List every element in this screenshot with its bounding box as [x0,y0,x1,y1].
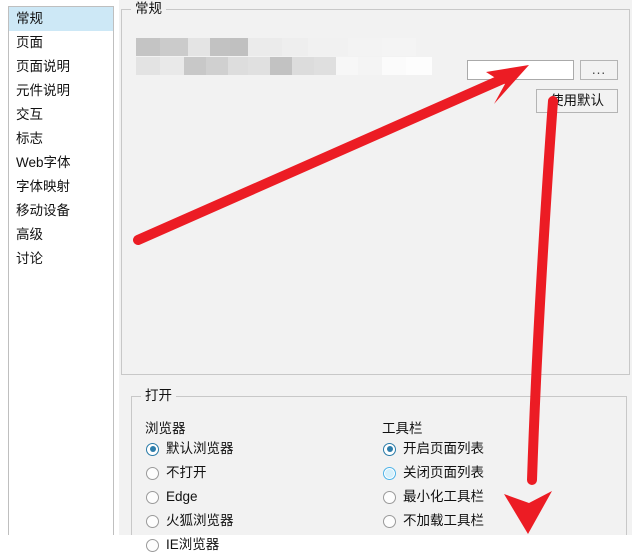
sidebar-item-8[interactable]: 移动设备 [9,199,113,223]
radio-button-icon[interactable] [146,514,159,528]
radio-option-3[interactable]: 火狐浏览器 [145,509,234,533]
redacted-content-row-2 [136,57,432,75]
radio-button-icon[interactable] [146,490,159,504]
radio-option-2[interactable]: 最小化工具栏 [382,485,484,509]
redacted-block [160,38,188,56]
redacted-block [160,57,184,75]
radio-button-icon[interactable] [383,514,396,528]
radio-option-label: 不加载工具栏 [403,513,484,528]
radio-button-icon[interactable] [383,442,396,456]
redacted-block [382,57,406,75]
browse-button[interactable]: ... [580,60,618,80]
sidebar-item-5[interactable]: 标志 [9,127,113,151]
radio-option-0[interactable]: 默认浏览器 [145,437,234,461]
radio-option-3[interactable]: 不加载工具栏 [382,509,484,533]
redacted-block [248,38,282,56]
redacted-block [206,57,228,75]
redacted-block [136,38,160,56]
redacted-block [406,57,432,75]
radio-option-label: 关闭页面列表 [403,465,484,480]
use-default-button[interactable]: 使用默认 [536,89,618,113]
sidebar-item-10[interactable]: 讨论 [9,247,113,271]
redacted-block [308,38,348,56]
redacted-block [230,38,248,56]
radio-option-label: 默认浏览器 [166,441,234,456]
redacted-block [248,57,270,75]
open-group-box: 打开 浏览器 默认浏览器不打开 Edge 火狐浏览器 IE浏览器 工具栏 开启页面列表… [131,388,627,552]
redacted-block [314,57,336,75]
redacted-block [282,38,308,56]
redacted-block [382,38,416,56]
settings-category-list[interactable]: 常规 页面 页面说明 元件说明 交互 标志 Web字体 字体映射 移动设备 高级 讨论 [8,6,114,535]
settings-content-pane: 常规 ... 使用默认 打开 浏览器 默认浏览器不打开 Edge 火狐浏览器 IE浏览… [119,0,632,552]
radio-option-1[interactable]: 不打开 [145,461,234,485]
radio-button-icon[interactable] [146,466,159,480]
radio-button-icon[interactable] [146,442,159,456]
redacted-block [270,57,292,75]
redacted-content-row-1 [136,38,416,56]
radio-option-1[interactable]: 关闭页面列表 [382,461,484,485]
redacted-block [228,57,248,75]
path-input[interactable] [467,60,574,80]
sidebar-item-9[interactable]: 高级 [9,223,113,247]
toolbar-column-title: 工具栏 [382,421,423,436]
toolbar-radio-group[interactable]: 开启页面列表 关闭页面列表 最小化工具栏 不加载工具栏 [382,437,484,533]
radio-option-label: 开启页面列表 [403,441,484,456]
radio-option-2[interactable]: Edge [145,485,234,509]
redacted-block [184,57,206,75]
radio-option-0[interactable]: 开启页面列表 [382,437,484,461]
open-group-title: 打开 [141,388,176,404]
radio-button-icon[interactable] [383,490,396,504]
sidebar-item-0[interactable]: 常规 [9,7,113,31]
radio-option-4[interactable]: IE浏览器 [145,533,234,557]
redacted-block [358,57,382,75]
redacted-block [292,57,314,75]
redacted-block [188,38,210,56]
redacted-block [136,57,160,75]
sidebar-item-6[interactable]: Web字体 [9,151,113,175]
radio-button-icon[interactable] [146,538,159,552]
radio-option-label: Edge [166,489,198,504]
radio-option-label: 最小化工具栏 [403,489,484,504]
radio-option-label: IE浏览器 [166,537,220,552]
radio-option-label: 不打开 [166,465,207,480]
redacted-block [210,38,230,56]
browser-column-title: 浏览器 [145,421,186,436]
radio-button-icon[interactable] [383,466,396,480]
sidebar-item-1[interactable]: 页面 [9,31,113,55]
sidebar-item-7[interactable]: 字体映射 [9,175,113,199]
general-group-title: 常规 [131,1,166,17]
sidebar-item-3[interactable]: 元件说明 [9,79,113,103]
general-group-box: 常规 ... 使用默认 [121,1,630,375]
redacted-block [336,57,358,75]
radio-option-label: 火狐浏览器 [166,513,234,528]
redacted-block [348,38,382,56]
sidebar-item-2[interactable]: 页面说明 [9,55,113,79]
browser-radio-group[interactable]: 默认浏览器不打开 Edge 火狐浏览器 IE浏览器 [145,437,234,557]
sidebar-item-4[interactable]: 交互 [9,103,113,127]
